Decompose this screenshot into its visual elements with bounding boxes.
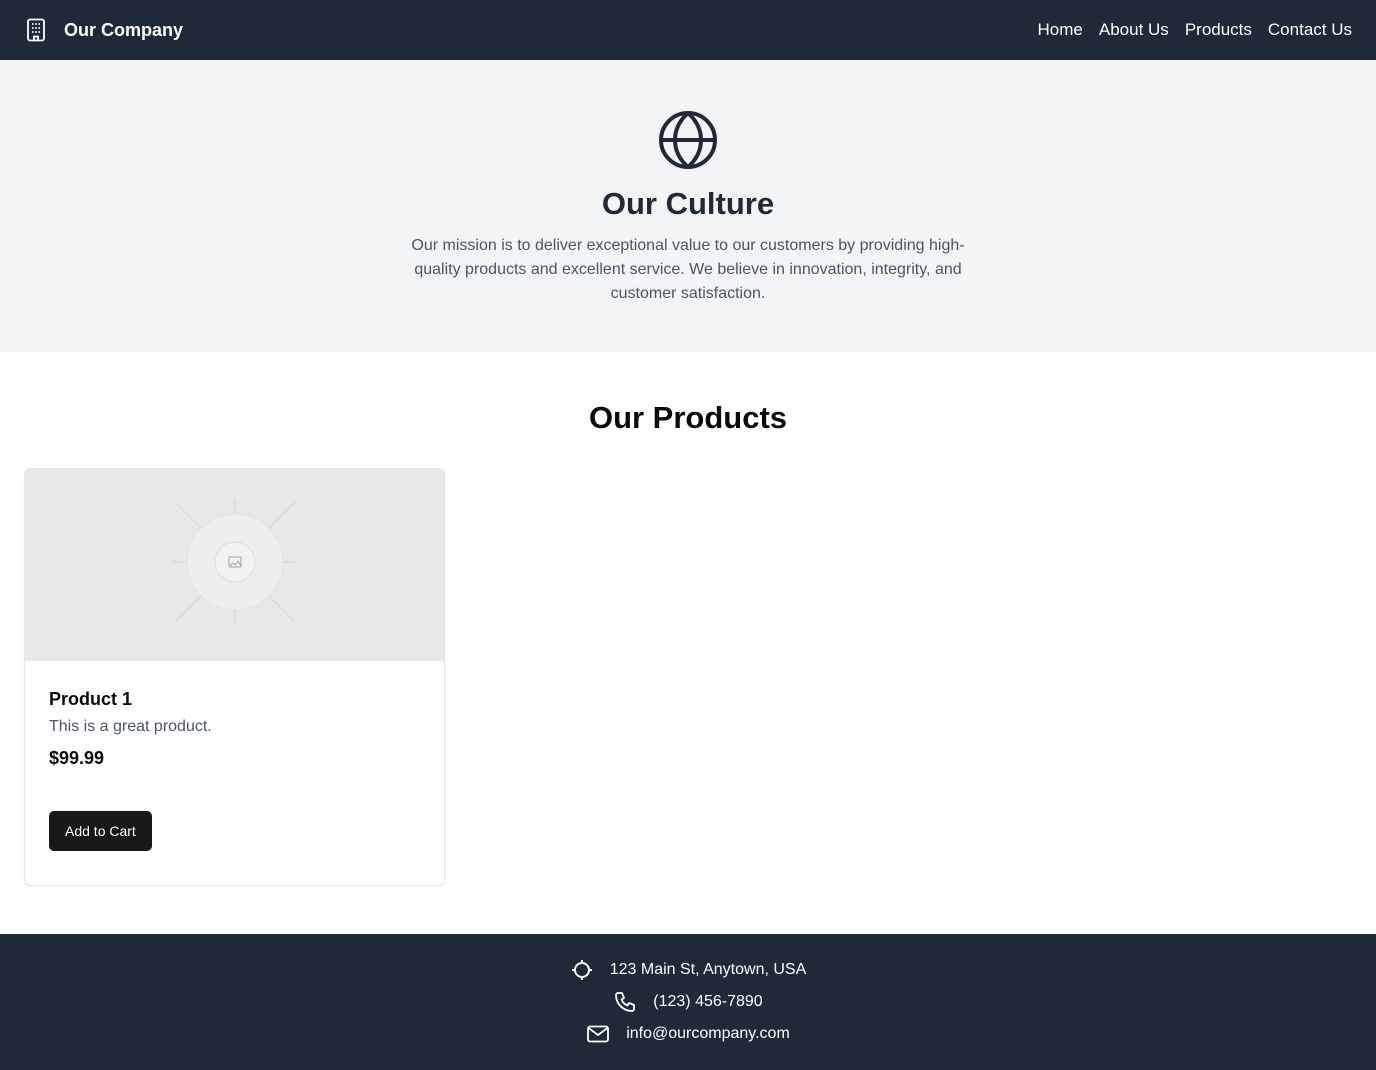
products-title: Our Products: [588, 400, 788, 435]
phone-text[interactable]: (123) 456-7890: [653, 993, 762, 1011]
product-card: Product 1 This is a great product. $99.9…: [24, 468, 445, 886]
products-section: Our Products Product 1 This is a great p…: [0, 352, 1376, 934]
nav-link-home[interactable]: Home: [1038, 20, 1083, 40]
brand-name: Our Company: [64, 19, 184, 40]
address-text: 123 Main St, Anytown, USA: [609, 961, 807, 978]
footer: 123 Main St, Anytown, USA (123) 456-7890…: [0, 934, 1376, 1070]
navbar: Our Company Home About Us Products Conta…: [0, 0, 1376, 60]
mail-icon: [586, 1022, 610, 1046]
nav-link-contact-us[interactable]: Contact Us: [1268, 20, 1352, 40]
product-name: Product 1: [49, 689, 133, 709]
nav-link-products[interactable]: Products: [1185, 20, 1252, 40]
building-icon: [24, 18, 48, 42]
culture-title: Our Culture: [601, 186, 775, 221]
footer-email: info@ourcompany.com: [586, 1022, 790, 1046]
footer-address: 123 Main St, Anytown, USA: [570, 958, 807, 982]
culture-section: Our Culture Our mission is to deliver ex…: [0, 60, 1376, 352]
email-text[interactable]: info@ourcompany.com: [626, 1025, 790, 1043]
location-crosshair-icon: [570, 958, 594, 982]
image-placeholder-icon: [170, 497, 300, 632]
phone-icon: [613, 990, 637, 1014]
nav-link-about-us[interactable]: About Us: [1099, 20, 1169, 40]
globe-icon: [658, 110, 718, 170]
product-card-body: Product 1 This is a great product. $99.9…: [25, 661, 444, 875]
culture-text: Our mission is to deliver exceptional va…: [411, 237, 965, 302]
add-to-cart-button[interactable]: Add to Cart: [49, 811, 152, 851]
product-grid: Product 1 This is a great product. $99.9…: [24, 468, 1352, 886]
product-price: $99.99: [49, 748, 105, 768]
product-image: [25, 469, 444, 661]
main-nav: Home About Us Products Contact Us: [1038, 20, 1352, 40]
brand[interactable]: Our Company: [24, 18, 183, 42]
product-description: This is a great product.: [49, 718, 212, 735]
footer-phone: (123) 456-7890: [613, 990, 763, 1014]
